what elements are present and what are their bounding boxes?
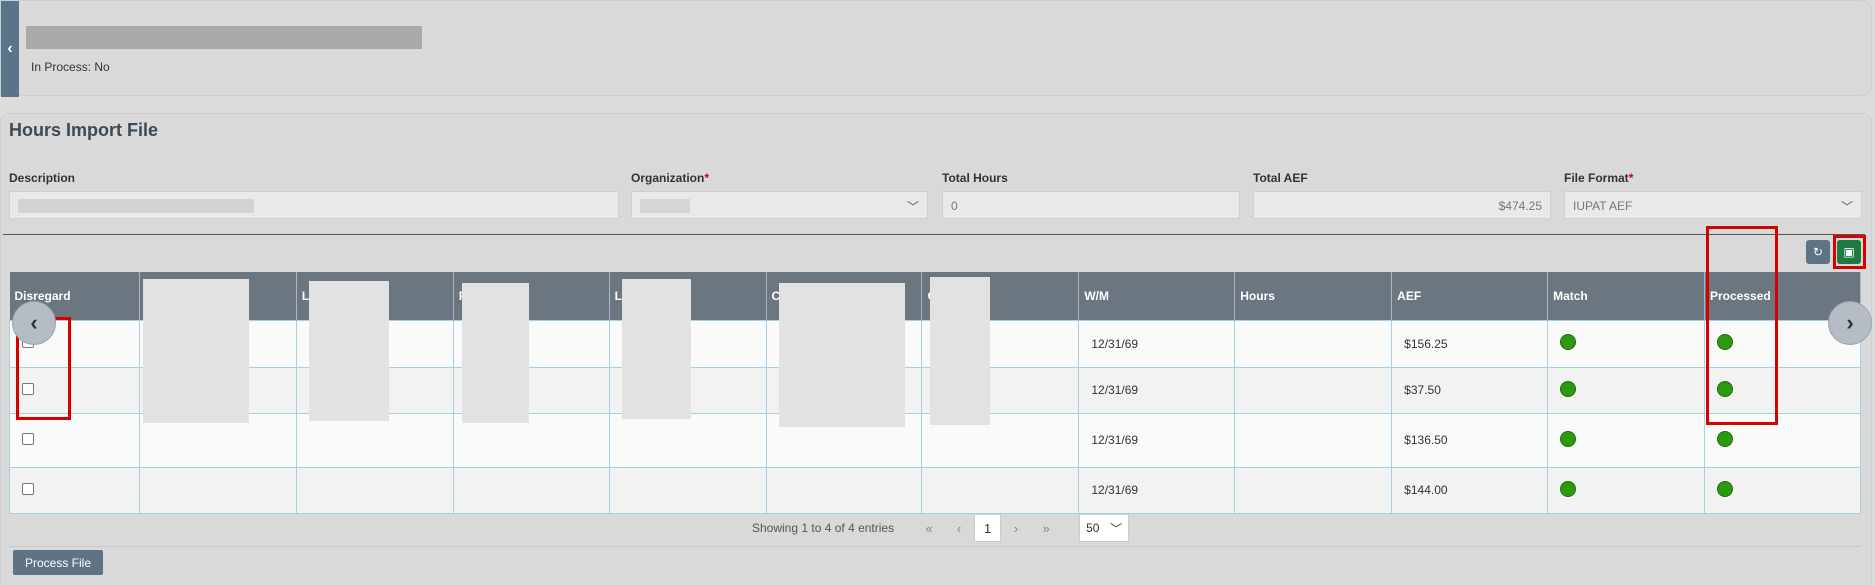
disregard-checkbox[interactable] <box>22 482 34 495</box>
redacted-co-numbers <box>930 277 990 425</box>
collapse-panel-button[interactable]: ‹ <box>1 1 19 97</box>
wm-cell: 12/31/69 <box>1078 412 1236 468</box>
scroll-right-button[interactable]: › <box>1828 301 1872 345</box>
last-page-button[interactable]: » <box>1031 521 1061 536</box>
redacted-organization <box>640 199 690 213</box>
hours-cell <box>1234 412 1393 468</box>
col-aef[interactable]: AEF <box>1391 272 1549 320</box>
chevron-left-icon: ‹ <box>30 310 38 335</box>
processed-cell <box>1704 466 1861 514</box>
redacted-first-names <box>462 283 529 423</box>
col-hours[interactable]: Hours <box>1234 272 1393 320</box>
match-status-icon <box>1560 480 1577 497</box>
total-hours-label: Total Hours <box>942 171 1008 185</box>
refresh-icon: ↻ <box>1812 245 1824 259</box>
highlight-export-button <box>1833 235 1866 269</box>
col-match[interactable]: Match <box>1547 272 1705 320</box>
local-cell <box>608 412 767 468</box>
aef-cell: $136.50 <box>1391 412 1549 468</box>
file-format-label: File Format* <box>1564 171 1634 185</box>
total-hours-field: 0 <box>942 191 1240 219</box>
page-1-button[interactable]: 1 <box>974 514 1002 542</box>
description-field[interactable] <box>9 191 619 219</box>
last-name-cell <box>295 466 454 514</box>
in-process-status: In Process: No <box>31 60 110 74</box>
processed-status-icon <box>1717 430 1733 447</box>
file-format-select[interactable]: IUPAT AEF ﹀ <box>1564 191 1862 219</box>
page-size-select[interactable]: 50 ﹀ <box>1079 514 1130 542</box>
last-name-cell <box>295 412 454 468</box>
first-page-button[interactable]: « <box>914 521 944 536</box>
next-page-button[interactable]: › <box>1001 521 1031 536</box>
scroll-left-button[interactable]: ‹ <box>12 301 56 345</box>
disregard-cell <box>9 466 140 514</box>
footer-divider <box>9 546 1861 547</box>
aef-cell: $144.00 <box>1391 466 1549 514</box>
chevron-down-icon: ﹀ <box>1110 521 1123 536</box>
highlight-processed-column <box>1706 226 1778 425</box>
pagination-info: Showing 1 to 4 of 4 entries <box>752 521 895 535</box>
description-label: Description <box>9 171 76 185</box>
total-aef-field: $474.25 <box>1253 191 1551 219</box>
aef-cell: $156.25 <box>1391 319 1549 368</box>
company-cell <box>765 466 923 514</box>
hours-cell <box>1234 466 1393 514</box>
match-status-icon <box>1560 380 1577 397</box>
wm-cell: 12/31/69 <box>1078 319 1236 368</box>
processed-status-icon <box>1717 480 1733 497</box>
redacted-companies <box>779 283 905 427</box>
co-number-cell <box>921 466 1080 514</box>
section-divider <box>3 234 1865 235</box>
match-cell <box>1547 466 1705 514</box>
disregard-checkbox[interactable] <box>22 432 34 445</box>
process-file-button[interactable]: Process File <box>13 550 103 575</box>
wm-cell: 12/31/69 <box>1078 366 1236 414</box>
hours-cell <box>1234 319 1393 368</box>
match-status-icon <box>1560 430 1577 447</box>
chevron-right-icon: › <box>1846 310 1854 335</box>
redacted-locals <box>622 279 691 419</box>
chevron-down-icon: ﹀ <box>1840 200 1853 214</box>
chevron-left-icon: ‹ <box>7 40 13 57</box>
redacted-record-title <box>26 26 422 49</box>
table-row: 12/31/69 $144.00 <box>9 466 1861 514</box>
redacted-last-names <box>309 281 389 421</box>
organization-label: Organization* <box>631 171 710 185</box>
first-name-cell <box>452 466 610 514</box>
organization-select[interactable]: ﹀ <box>631 191 928 219</box>
disregard-cell <box>9 412 140 468</box>
wm-cell: 12/31/69 <box>1078 466 1236 514</box>
page-size-value: 50 <box>1086 521 1100 535</box>
redacted-member-numbers <box>143 279 249 423</box>
match-status-icon <box>1560 334 1577 350</box>
page-title: Hours Import File <box>9 120 159 140</box>
hours-cell <box>1234 366 1393 414</box>
match-cell <box>1547 319 1705 368</box>
refresh-button[interactable]: ↻ <box>1806 240 1830 264</box>
in-process-label: In Process: <box>31 60 92 74</box>
pagination: Showing 1 to 4 of 4 entries « ‹ 1 › » 50… <box>752 514 1130 542</box>
col-wm[interactable]: W/M <box>1078 272 1236 320</box>
local-cell <box>608 466 767 514</box>
in-process-value: No <box>94 60 110 74</box>
chevron-down-icon: ﹀ <box>906 200 919 214</box>
prev-page-button[interactable]: ‹ <box>944 521 974 536</box>
match-cell <box>1547 412 1705 468</box>
match-cell <box>1547 366 1705 414</box>
redacted-description <box>18 199 254 213</box>
record-header-panel: ‹ In Process: No <box>0 0 1872 97</box>
aef-cell: $37.50 <box>1391 366 1549 414</box>
total-aef-label: Total AEF <box>1253 171 1308 185</box>
member-number-cell <box>138 466 297 514</box>
